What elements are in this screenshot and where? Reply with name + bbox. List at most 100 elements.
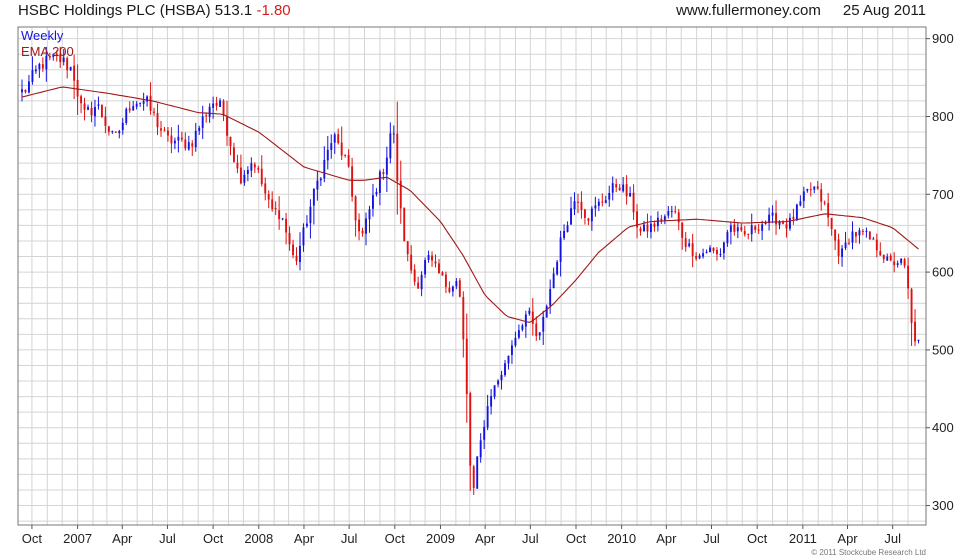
copyright-footer: © 2011 Stockcube Research Ltd [811, 548, 926, 557]
candle-down [340, 142, 343, 156]
candle-up [528, 310, 531, 314]
candle-down [264, 183, 267, 194]
candle-up [656, 217, 659, 227]
candle-down [907, 265, 910, 289]
candle-down [180, 137, 183, 140]
candle-down [855, 232, 857, 237]
candle-down [733, 224, 736, 232]
candle-up [97, 104, 100, 106]
x-tick-label: Oct [22, 531, 43, 546]
candle-down [782, 222, 784, 224]
legend-item: Weekly [21, 28, 64, 43]
candle-up [420, 274, 423, 290]
candle-down [267, 194, 270, 200]
candle-up [709, 247, 711, 253]
chart-legend: WeeklyEMA 200 [21, 28, 74, 59]
y-tick-label: 700 [932, 187, 954, 202]
x-tick-label: 2010 [607, 531, 636, 546]
candle-down [153, 111, 155, 113]
candle-down [170, 135, 173, 144]
candle-up [594, 205, 597, 209]
candle-up [177, 136, 180, 141]
candle-down [458, 280, 461, 297]
candle-up [132, 106, 135, 111]
candle-down [354, 196, 357, 221]
candle-down [73, 65, 76, 81]
candle-down [257, 168, 260, 170]
candle-up [886, 256, 889, 261]
candle-down [229, 136, 232, 147]
y-tick-label: 500 [932, 342, 954, 357]
candle-up [524, 314, 527, 327]
candle-down [653, 223, 656, 227]
y-tick-label: 400 [932, 420, 954, 435]
candle-up [378, 171, 381, 193]
x-tick-label: Jul [884, 531, 901, 546]
candle-up [761, 224, 764, 231]
candle-down [531, 311, 534, 324]
candle-down [785, 224, 788, 229]
candle-up [146, 96, 149, 102]
candle-up [365, 218, 367, 234]
candle-up [375, 192, 378, 195]
candle-up [219, 100, 222, 107]
candle-up [87, 107, 89, 110]
candle-up [729, 225, 732, 232]
candle-down [288, 233, 291, 245]
candle-down [861, 231, 864, 233]
y-tick-label: 300 [932, 498, 954, 513]
candle-up [111, 131, 114, 133]
candle-down [716, 249, 718, 255]
candle-down [754, 226, 757, 230]
candle-down [743, 231, 746, 235]
candle-up [917, 339, 920, 341]
candle-up [385, 157, 388, 175]
x-tick-label: Apr [656, 531, 677, 546]
candle-up [545, 306, 548, 318]
candle-down [41, 64, 44, 69]
candle-down [191, 143, 194, 147]
price-chart: 300 400 500 600 700 800 900 Oct 2007 Apr Jul Oct 20… [17, 26, 954, 557]
candle-up [121, 122, 124, 131]
candle-up [312, 188, 315, 206]
candle-down [260, 168, 263, 185]
candle-up [504, 363, 506, 376]
candle-down [757, 229, 760, 231]
x-tick-label: Oct [566, 531, 587, 546]
candle-down [76, 80, 79, 97]
candle-down [823, 202, 826, 204]
candle-up [34, 69, 37, 72]
candle-down [583, 209, 586, 218]
candle-up [566, 225, 569, 232]
candle-down [674, 211, 677, 213]
y-tick-label: 600 [932, 265, 954, 280]
candle-up [795, 204, 798, 221]
x-tick-label: Oct [203, 531, 224, 546]
candle-down [601, 201, 604, 203]
candle-up [486, 406, 489, 428]
candle-up [333, 134, 336, 143]
x-tick-label: 2009 [426, 531, 455, 546]
candle-up [507, 355, 510, 364]
candle-down [274, 208, 277, 210]
candle-down [792, 216, 795, 220]
candle-up [483, 426, 486, 440]
candle-down [577, 201, 579, 203]
candle-up [94, 106, 96, 117]
x-tick-label: Oct [385, 531, 406, 546]
candle-up [500, 374, 503, 381]
candle-down [615, 184, 618, 188]
candle-down [712, 247, 715, 251]
candle-up [139, 102, 142, 104]
candle-down [809, 189, 812, 191]
candle-down [160, 128, 162, 131]
candle-down [448, 287, 451, 292]
candle-up [142, 100, 145, 104]
candle-up [611, 183, 614, 193]
candle-up [309, 206, 312, 224]
x-tick-label: Jul [703, 531, 720, 546]
candle-down [775, 213, 777, 225]
candle-down [271, 199, 274, 209]
candle-down [351, 166, 354, 197]
candle-down [681, 222, 684, 238]
